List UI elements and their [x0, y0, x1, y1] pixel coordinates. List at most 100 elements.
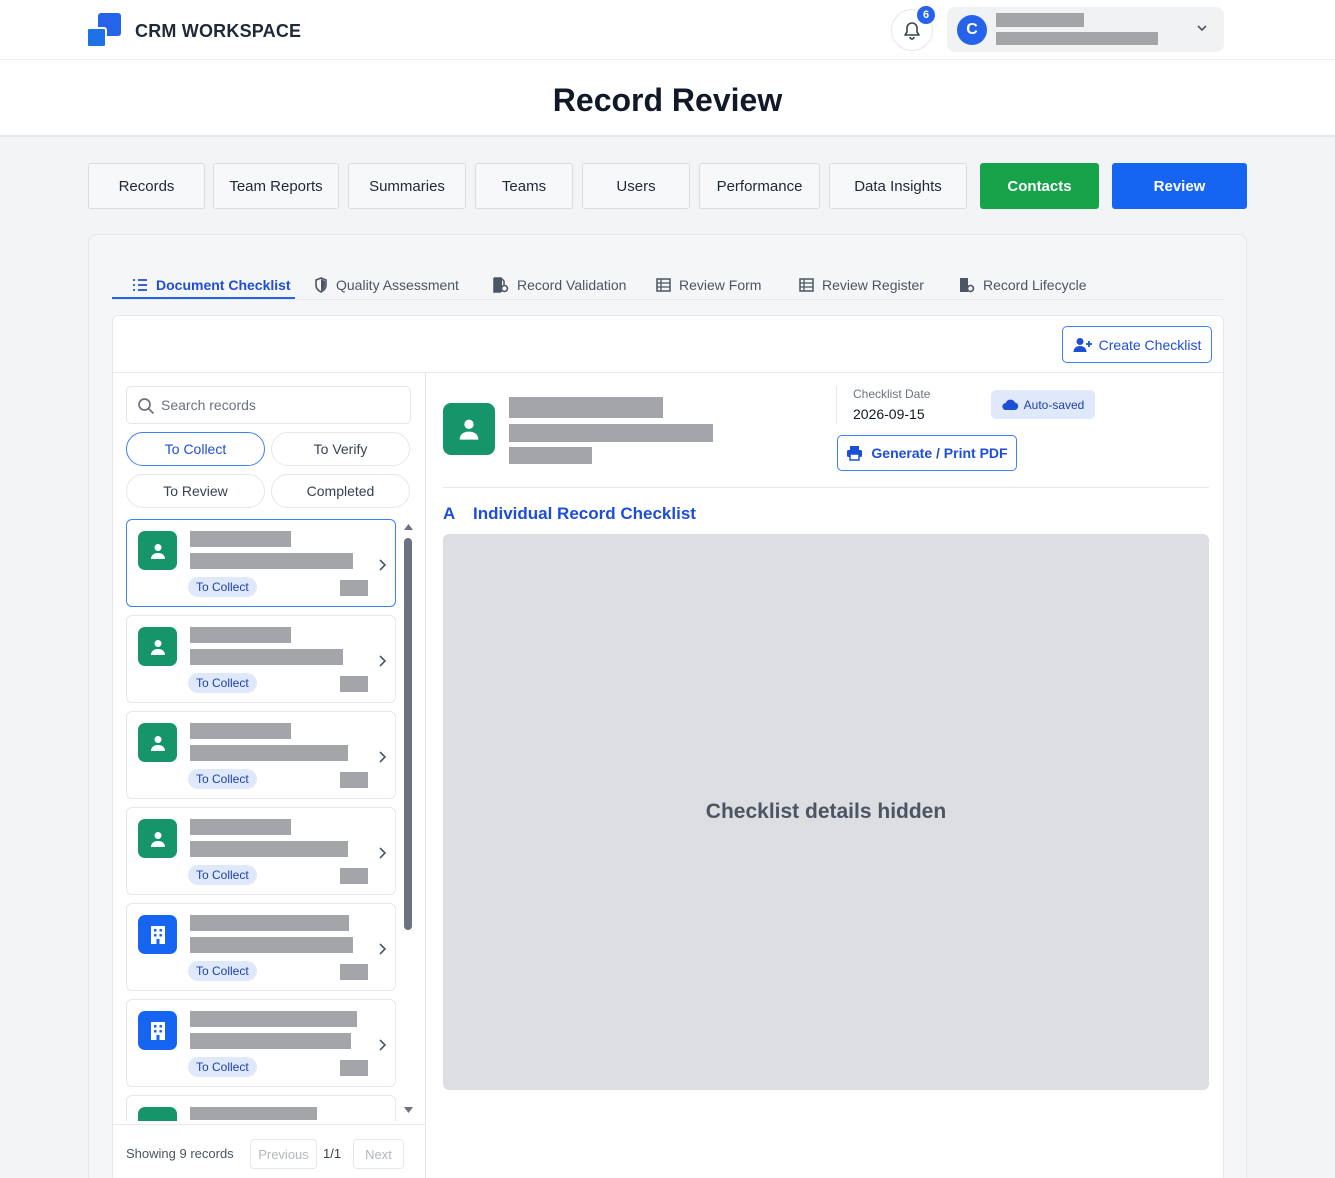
generate-pdf-button[interactable]: Generate / Print PDF	[837, 435, 1017, 471]
record-item[interactable]	[126, 1095, 396, 1121]
redacted-record-name	[190, 1011, 357, 1027]
cloud-icon	[1001, 399, 1018, 410]
previous-page-button[interactable]: Previous	[250, 1139, 317, 1169]
create-checklist-label: Create Checklist	[1098, 336, 1202, 353]
checklist-date-label: Checklist Date	[853, 387, 931, 401]
status-badge: To Collect	[188, 673, 257, 693]
nav-contacts-button[interactable]: Contacts	[980, 163, 1099, 209]
status-badge: To Collect	[188, 769, 257, 789]
tab-label: Document Checklist	[156, 277, 291, 293]
logo-icon[interactable]	[86, 13, 122, 49]
panel-header-divider	[113, 372, 1223, 373]
generate-pdf-label: Generate / Print PDF	[871, 445, 1008, 461]
scrollbar-thumb[interactable]	[404, 538, 412, 930]
tab-quality-assessment[interactable]: Quality Assessment	[314, 270, 459, 300]
section-title: Individual Record Checklist	[473, 504, 696, 523]
create-checklist-button[interactable]: Create Checklist	[1062, 326, 1212, 363]
tabs-divider	[112, 299, 1224, 300]
nav-records-button[interactable]: Records	[88, 163, 205, 209]
page-title: Record Review	[552, 82, 783, 118]
page-indicator: 1/1	[323, 1146, 342, 1161]
person-icon	[443, 403, 495, 455]
redacted-record-detail	[190, 841, 348, 857]
nav-summaries-button[interactable]: Summaries	[348, 163, 466, 209]
tab-record-validation[interactable]: Record Validation	[492, 270, 626, 300]
redacted-record-name	[190, 723, 291, 739]
user-menu[interactable]: C	[947, 7, 1224, 52]
file-gear-icon	[493, 277, 509, 293]
scroll-down-icon[interactable]	[403, 1106, 414, 1114]
filter-completed[interactable]: Completed	[271, 474, 410, 508]
record-item[interactable]: To Collect	[126, 807, 396, 895]
redacted-record-detail	[190, 1033, 351, 1049]
top-bar: CRM WORKSPACE 6 C	[0, 0, 1335, 60]
detail-header-divider	[443, 487, 1209, 488]
chevron-right-icon	[379, 943, 387, 955]
tab-review-form[interactable]: Review Form	[656, 270, 761, 300]
detail-divider	[836, 386, 837, 424]
brand-name: CRM WORKSPACE	[135, 21, 302, 41]
filter-to-review[interactable]: To Review	[126, 474, 265, 508]
search-icon	[138, 398, 155, 415]
redacted-user-email	[996, 32, 1158, 45]
tab-label: Quality Assessment	[336, 277, 459, 293]
checklist-date-value: 2026-09-15	[853, 406, 925, 422]
checklist-details-placeholder: Checklist details hidden	[443, 534, 1209, 1090]
table-icon	[799, 278, 814, 292]
nav-teams-button[interactable]: Teams	[475, 163, 573, 209]
tab-document-checklist[interactable]: Document Checklist	[132, 270, 291, 300]
autosaved-label: Auto-saved	[1023, 397, 1085, 412]
building-icon	[138, 1011, 177, 1050]
active-tab-indicator	[112, 297, 295, 299]
filter-to-collect[interactable]: To Collect	[126, 432, 265, 466]
search-box[interactable]	[126, 386, 411, 424]
filter-to-verify[interactable]: To Verify	[271, 432, 410, 466]
autosaved-badge: Auto-saved	[991, 390, 1095, 419]
avatar: C	[957, 15, 987, 45]
record-item[interactable]: To Collect	[126, 903, 396, 991]
tab-record-lifecycle[interactable]: Record Lifecycle	[958, 270, 1087, 300]
redacted-record-detail	[190, 937, 353, 953]
status-badge: To Collect	[188, 1057, 257, 1077]
tab-label: Record Lifecycle	[983, 277, 1087, 293]
next-page-button[interactable]: Next	[353, 1139, 404, 1169]
person-icon	[138, 627, 177, 666]
person-icon	[138, 531, 177, 570]
nav-performance-button[interactable]: Performance	[699, 163, 820, 209]
tab-label: Record Validation	[517, 277, 627, 293]
search-input[interactable]	[161, 395, 401, 415]
list-divider	[425, 372, 426, 1178]
person-icon	[138, 819, 177, 858]
tab-label: Review Register	[822, 277, 924, 293]
nav-users-button[interactable]: Users	[582, 163, 690, 209]
redacted-record-meta	[340, 580, 368, 596]
record-item[interactable]: To Collect	[126, 999, 396, 1087]
nav-data-insights-button[interactable]: Data Insights	[829, 163, 967, 209]
chevron-right-icon	[379, 559, 387, 571]
add-user-icon	[1073, 337, 1092, 352]
chevron-right-icon	[379, 1039, 387, 1051]
redacted-record-detail	[190, 745, 348, 761]
record-item[interactable]: To Collect	[126, 711, 396, 799]
tab-review-register[interactable]: Review Register	[799, 270, 924, 300]
record-item[interactable]: To Collect	[126, 615, 396, 703]
person-icon	[138, 723, 177, 762]
building-icon	[138, 915, 177, 954]
person-icon	[138, 1107, 177, 1121]
redacted-record-meta	[340, 868, 368, 884]
notification-count-badge: 6	[917, 6, 935, 24]
scroll-up-icon[interactable]	[403, 523, 414, 531]
redacted-record-name	[190, 531, 291, 547]
status-badge: To Collect	[188, 961, 257, 981]
redacted-record-detail	[190, 553, 353, 569]
shield-icon	[315, 277, 327, 293]
nav-team-reports-button[interactable]: Team Reports	[213, 163, 339, 209]
record-item[interactable]: To Collect	[126, 519, 396, 607]
redacted-record-meta	[340, 676, 368, 692]
redacted-record-name	[190, 627, 291, 643]
redacted-user-name	[996, 13, 1084, 27]
redacted-record-detail	[190, 649, 343, 665]
redacted-record-name	[190, 819, 291, 835]
nav-review-button[interactable]: Review	[1112, 163, 1247, 209]
chevron-down-icon	[1197, 25, 1207, 32]
